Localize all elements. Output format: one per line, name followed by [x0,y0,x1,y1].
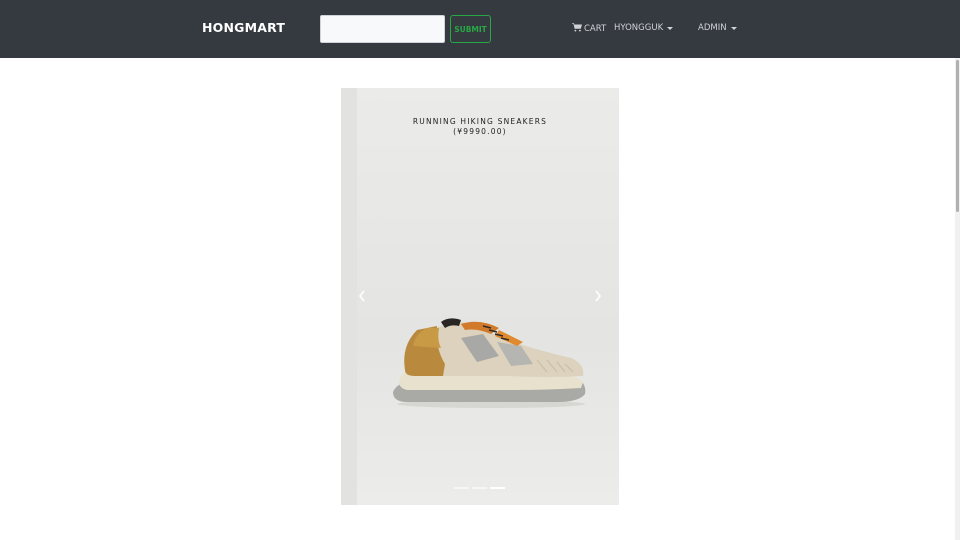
product-name: RUNNING HIKING SNEAKERS [412,117,548,126]
caret-down-icon [730,26,737,30]
carousel-next-button[interactable] [590,288,606,304]
carousel-indicators [454,487,505,489]
submit-button[interactable]: SUBMIT [450,15,491,43]
search-input[interactable] [320,15,445,43]
product-carousel: RUNNING HIKING SNEAKERS (¥9990.00) [341,88,619,505]
carousel-indicator-2[interactable] [472,487,487,489]
navbar: HONGMART SUBMIT CART HYONGGUK ADMIN [0,0,960,58]
chevron-left-icon [358,290,365,302]
chevron-right-icon [595,290,602,302]
caret-down-icon [667,26,674,30]
cart-icon [572,23,583,35]
user-dropdown[interactable]: HYONGGUK [614,23,674,33]
sneaker-image [393,318,586,408]
slide-caption: RUNNING HIKING SNEAKERS (¥9990.00) [341,117,619,137]
user-label: HYONGGUK [614,23,664,33]
carousel-indicator-1[interactable] [454,487,469,489]
nav-cart-link[interactable]: CART [572,23,606,35]
admin-dropdown[interactable]: ADMIN [698,23,737,33]
carousel-prev-button[interactable] [354,288,370,304]
carousel-indicator-3[interactable] [490,487,505,489]
admin-label: ADMIN [698,23,727,33]
scrollbar-thumb[interactable] [956,60,959,212]
carousel-slide-background [357,88,619,505]
brand-logo[interactable]: HONGMART [202,20,285,35]
cart-label: CART [584,24,607,34]
product-price: (¥9990.00) [453,127,507,136]
